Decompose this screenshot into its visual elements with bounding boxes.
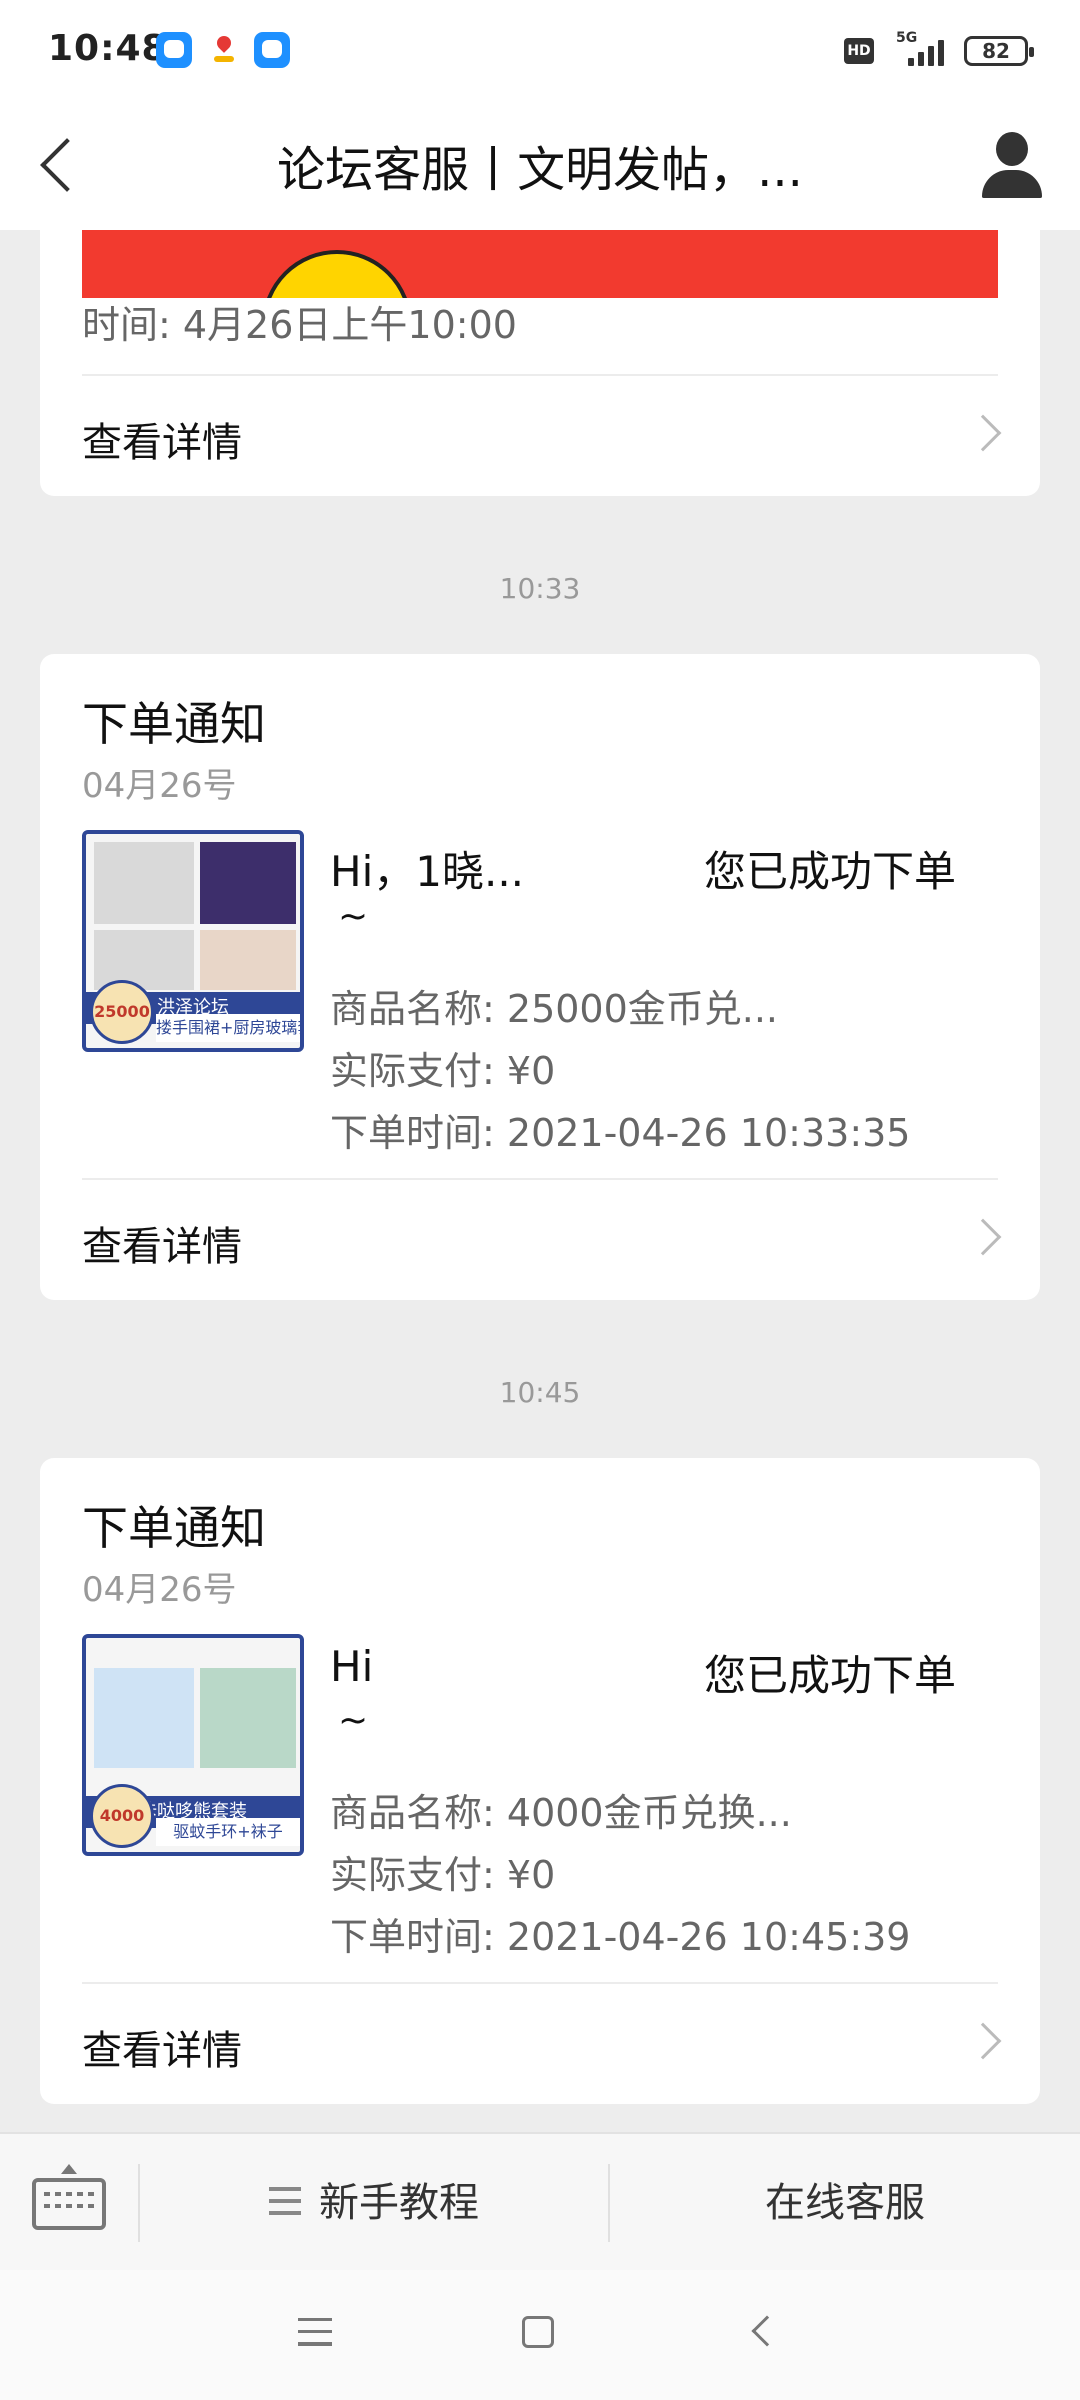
view-details-label: 查看详情 bbox=[82, 2028, 242, 2074]
product-thumbnail[interactable]: 洪泽论坛 25000 搂手围裙+厨房玻璃套装 bbox=[82, 830, 304, 1052]
order-success-text: 您已成功下单 bbox=[704, 847, 957, 896]
payment-line: 实际支付: ¥0 bbox=[330, 1844, 555, 1899]
chevron-right-icon bbox=[964, 2022, 1002, 2060]
bottom-toolbar: 新手教程 在线客服 bbox=[0, 2132, 1080, 2270]
nav-bar: 论坛客服丨文明发帖，... bbox=[0, 100, 1080, 230]
product-thumbnail[interactable]: 咔哒哆熊套装 4000 驱蚊手环+袜子 bbox=[82, 1634, 304, 1856]
order-time-value: 2021-04-26 10:45:39 bbox=[506, 1915, 911, 1959]
order-time-label: 下单时间: bbox=[330, 1915, 507, 1959]
message-timestamp: 10:45 bbox=[499, 1376, 581, 1409]
view-details-label: 查看详情 bbox=[82, 420, 242, 466]
tutorial-label: 新手教程 bbox=[319, 2180, 479, 2226]
card-title: 下单通知 bbox=[82, 1501, 266, 1555]
message-timestamp: 10:33 bbox=[499, 572, 581, 605]
event-card: 时间: 4月26日上午10:00 查看详情 bbox=[40, 230, 1040, 496]
view-details-row[interactable]: 查看详情 bbox=[40, 1180, 1040, 1300]
event-banner-image bbox=[82, 230, 998, 298]
product-name-value: 25000金币兑... bbox=[506, 987, 779, 1031]
menu-icon bbox=[269, 2187, 301, 2215]
product-name-label: 商品名称: bbox=[330, 1791, 507, 1835]
tilde-text: ~ bbox=[338, 896, 369, 937]
tilde-text: ~ bbox=[338, 1700, 369, 1741]
keyboard-icon[interactable] bbox=[30, 2164, 108, 2242]
product-name-line: 商品名称: 25000金币兑... bbox=[330, 978, 778, 1033]
back-icon[interactable] bbox=[24, 128, 94, 198]
thumbnail-caption: 搂手围裙+厨房玻璃套装 bbox=[156, 1014, 300, 1042]
home-icon[interactable] bbox=[522, 2316, 554, 2348]
greeting-text: Hi bbox=[330, 1642, 374, 1691]
status-time: 10:48 bbox=[48, 28, 168, 69]
payment-label: 实际支付: bbox=[330, 1049, 507, 1093]
signal-icon bbox=[900, 36, 950, 66]
order-notification-card[interactable]: 下单通知 04月26号 洪泽论坛 25000 搂手围裙+厨房玻璃套装 Hi，1晓… bbox=[40, 654, 1040, 1300]
payment-value: ¥0 bbox=[506, 1853, 556, 1897]
order-time-label: 下单时间: bbox=[330, 1111, 507, 1155]
view-details-label: 查看详情 bbox=[82, 1224, 242, 1270]
card-date: 04月26号 bbox=[82, 1570, 237, 1610]
event-time: 时间: 4月26日上午10:00 bbox=[82, 303, 517, 347]
hd-voice-icon: HD bbox=[844, 38, 874, 64]
card-title: 下单通知 bbox=[82, 697, 266, 751]
battery-icon: 82 bbox=[964, 36, 1034, 66]
recent-apps-icon[interactable] bbox=[298, 2318, 332, 2346]
order-time-line: 下单时间: 2021-04-26 10:45:39 bbox=[330, 1906, 910, 1961]
view-details-row[interactable]: 查看详情 bbox=[40, 1984, 1040, 2104]
online-service-button[interactable]: 在线客服 bbox=[610, 2134, 1080, 2272]
order-time-value: 2021-04-26 10:33:35 bbox=[506, 1111, 911, 1155]
order-notification-card[interactable]: 下单通知 04月26号 咔哒哆熊套装 4000 驱蚊手环+袜子 Hi 您已成功下… bbox=[40, 1458, 1040, 2104]
system-navigation-bar bbox=[0, 2270, 1080, 2400]
map-app-icon bbox=[206, 32, 242, 68]
chevron-right-icon bbox=[964, 414, 1002, 452]
message-app-icon bbox=[254, 32, 290, 68]
greeting-text: Hi，1晓... bbox=[330, 847, 525, 896]
product-name-line: 商品名称: 4000金币兑换... bbox=[330, 1782, 792, 1837]
chevron-right-icon bbox=[964, 1218, 1002, 1256]
status-bar: 10:48 HD 5G 82 bbox=[0, 0, 1080, 100]
tutorial-menu-button[interactable]: 新手教程 bbox=[140, 2134, 608, 2272]
product-name-value: 4000金币兑换... bbox=[506, 1791, 792, 1835]
view-details-row[interactable]: 查看详情 bbox=[40, 376, 1040, 496]
back-icon[interactable] bbox=[751, 2315, 783, 2347]
thumbnail-coin-badge: 4000 bbox=[90, 1784, 154, 1848]
message-app-icon bbox=[156, 32, 192, 68]
online-service-label: 在线客服 bbox=[765, 2180, 925, 2226]
profile-icon[interactable] bbox=[976, 130, 1046, 200]
order-time-line: 下单时间: 2021-04-26 10:33:35 bbox=[330, 1102, 910, 1157]
page-title: 论坛客服丨文明发帖，... bbox=[277, 142, 803, 198]
thumbnail-caption: 驱蚊手环+袜子 bbox=[156, 1818, 300, 1846]
payment-line: 实际支付: ¥0 bbox=[330, 1040, 555, 1095]
order-success-text: 您已成功下单 bbox=[704, 1651, 957, 1700]
product-name-label: 商品名称: bbox=[330, 987, 507, 1031]
payment-label: 实际支付: bbox=[330, 1853, 507, 1897]
card-date: 04月26号 bbox=[82, 766, 237, 806]
payment-value: ¥0 bbox=[506, 1049, 556, 1093]
thumbnail-coin-badge: 25000 bbox=[90, 980, 154, 1044]
